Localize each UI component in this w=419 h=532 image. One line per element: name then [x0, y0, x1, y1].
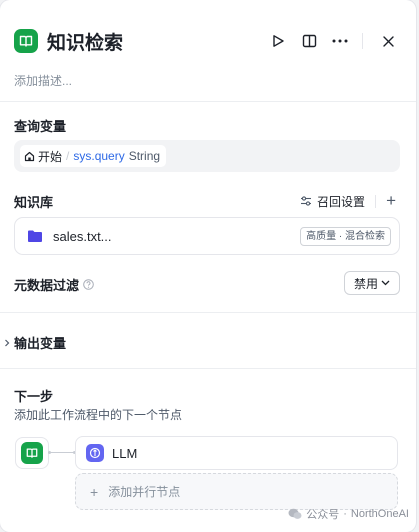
output-variables-toggle[interactable]: 输出变量: [4, 333, 66, 352]
more-button[interactable]: [326, 27, 354, 55]
output-variables-label: 输出变量: [14, 336, 67, 351]
play-icon: [273, 35, 284, 47]
metadata-filter-select[interactable]: 禁用: [344, 271, 400, 295]
watermark-dot: ·: [343, 508, 347, 520]
add-parallel-label: 添加并行节点: [108, 485, 181, 499]
query-variable-title: 查询变量: [14, 119, 67, 134]
variable-type: String: [128, 149, 161, 163]
llm-icon: [86, 444, 104, 462]
watermark: 公众号 · NorthOneAI: [288, 506, 409, 522]
knowledge-name: sales.txt...: [53, 229, 112, 244]
current-node: [15, 437, 49, 469]
node-config-panel: 知识检索 添加描述... 查询变量 开始 / sys.query String: [0, 0, 416, 532]
metadata-filter-label: 元数据过滤: [14, 278, 80, 293]
book-icon: [14, 29, 38, 53]
header-actions: [261, 27, 402, 55]
more-dots-icon: [332, 39, 348, 43]
help-icon: [83, 279, 94, 290]
page-title[interactable]: 知识检索: [47, 28, 123, 55]
variable-chip: 开始 / sys.query String: [20, 145, 167, 167]
description-input[interactable]: 添加描述...: [14, 72, 72, 89]
divider: [0, 368, 416, 369]
run-button[interactable]: [264, 27, 292, 55]
recall-settings-button[interactable]: 召回设置: [317, 193, 365, 210]
home-icon: [24, 151, 35, 161]
divider: [0, 101, 416, 102]
metadata-filter-row: 元数据过滤: [14, 275, 94, 294]
watermark-account: NorthOneAI: [350, 508, 409, 520]
variable-source: 开始: [38, 149, 63, 164]
chevron-down-icon: [381, 280, 390, 286]
settings-sliders-icon: [301, 196, 312, 206]
book-icon: [21, 442, 43, 464]
retrieval-mode-badge: 高质量 · 混合检索: [300, 227, 391, 246]
open-book-icon: [302, 34, 316, 48]
close-icon: [382, 35, 394, 47]
variable-separator: /: [66, 149, 70, 163]
folder-icon: [28, 230, 42, 242]
panel-header: 知识检索: [14, 27, 402, 55]
next-step-title: 下一步: [14, 389, 54, 404]
knowledge-title: 知识库: [14, 195, 54, 210]
query-variable-selector[interactable]: 开始 / sys.query String: [14, 140, 400, 172]
divider: [362, 33, 363, 49]
knowledge-item[interactable]: sales.txt... 高质量 · 混合检索: [14, 217, 400, 255]
divider: [0, 312, 416, 313]
close-button[interactable]: [374, 27, 402, 55]
connector-dot: [48, 451, 51, 454]
watermark-text: 公众号: [306, 509, 340, 521]
knowledge-actions: 召回设置 +: [300, 191, 396, 211]
chevron-right-icon: [5, 339, 10, 346]
next-node-label: LLM: [112, 445, 138, 461]
docs-button[interactable]: [295, 27, 323, 55]
next-node-llm[interactable]: LLM: [75, 436, 398, 470]
metadata-filter-value: 禁用: [353, 276, 378, 291]
variable-name: sys.query: [73, 149, 125, 163]
add-parallel-node-button[interactable]: + 添加并行节点: [75, 473, 398, 510]
wechat-icon: [288, 508, 302, 519]
plus-icon: +: [90, 483, 99, 500]
add-knowledge-button[interactable]: +: [386, 191, 396, 211]
divider: [375, 194, 377, 208]
next-step-description: 添加此工作流程中的下一个节点: [14, 408, 183, 422]
